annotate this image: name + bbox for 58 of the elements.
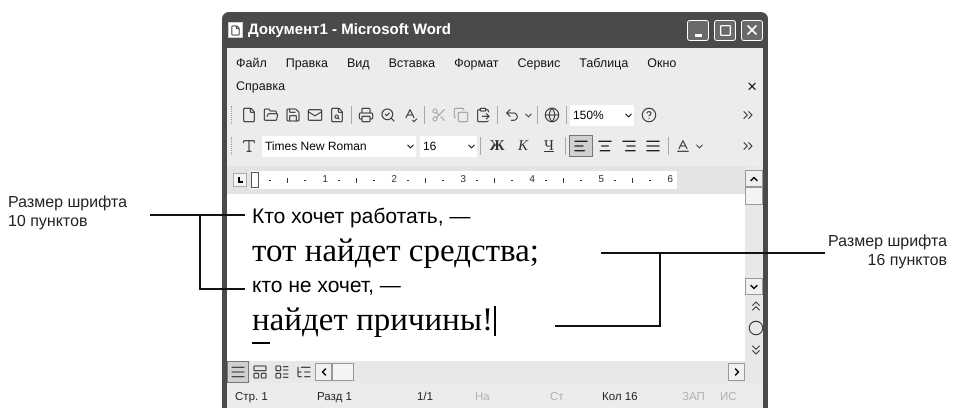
status-item: 1/1 xyxy=(417,390,434,405)
normal-view-icon[interactable] xyxy=(227,361,249,383)
ruler-number: 2 xyxy=(391,175,397,185)
ruler-number: 6 xyxy=(667,175,673,185)
menu-item[interactable]: Сервис xyxy=(517,52,560,75)
ruler-tick xyxy=(563,178,564,182)
scroll-left-button[interactable] xyxy=(315,363,332,381)
maximize-button[interactable] xyxy=(714,20,736,40)
menu-item[interactable]: Справка xyxy=(236,75,286,98)
menu-item[interactable]: Вставка xyxy=(388,52,436,75)
tab-stop-icon[interactable] xyxy=(233,173,247,187)
indent-marker-icon[interactable] xyxy=(251,172,259,188)
menu-item[interactable]: Окно xyxy=(647,52,676,75)
status-item: Ст xyxy=(550,390,565,405)
menu-item[interactable]: Вид xyxy=(346,52,370,75)
ruler-tick xyxy=(356,178,358,182)
font-name-field[interactable]: Times New Roman xyxy=(262,136,416,156)
scroll-thumb[interactable] xyxy=(745,187,763,205)
minimize-button[interactable] xyxy=(687,20,709,40)
status-item: Разд 1 xyxy=(317,390,353,405)
document-text: найдет причины! xyxy=(252,301,493,340)
scroll-down-button[interactable] xyxy=(745,278,763,295)
ruler-number: 3 xyxy=(460,175,466,185)
ruler-number: 5 xyxy=(598,175,604,185)
callout-label: Размер шрифта 10 пунктов xyxy=(8,193,127,231)
document-icon xyxy=(228,22,243,38)
menu-item[interactable]: Правка xyxy=(286,52,328,75)
document-text: Кто хочет работать, — xyxy=(252,204,470,230)
ruler-number: 4 xyxy=(529,175,535,185)
style-button[interactable]: Ч xyxy=(536,135,562,157)
ruler-tick xyxy=(494,178,496,182)
align-left-icon[interactable] xyxy=(569,135,593,157)
font-size-field[interactable]: 16 xyxy=(420,136,477,156)
callout-label: Размер шрифта 16 пунктов xyxy=(828,232,947,270)
status-item: Стр. 1 xyxy=(235,390,269,405)
window-title: Документ1 - Microsoft Word xyxy=(248,20,452,40)
document-text: тот найдет средства; xyxy=(252,232,539,271)
maximize-icon[interactable] xyxy=(718,24,732,36)
close-document-button[interactable]: × xyxy=(747,75,757,98)
ruler-number: 1 xyxy=(322,175,328,185)
zoom-field[interactable]: 150% xyxy=(570,104,634,126)
style-button[interactable]: К xyxy=(510,135,536,157)
menu-item[interactable]: Файл xyxy=(236,52,267,75)
ruler-tick xyxy=(632,178,634,182)
status-item: Кол 16 xyxy=(602,390,639,405)
ruler-tick xyxy=(425,178,426,182)
document-text: кто не хочет, — xyxy=(252,273,401,299)
menu-item[interactable]: Формат xyxy=(454,52,498,75)
scroll-thumb[interactable] xyxy=(332,363,354,381)
status-item: ИС xyxy=(720,390,738,405)
status-item: На xyxy=(475,390,491,405)
scroll-right-button[interactable] xyxy=(728,363,745,381)
ruler-tick xyxy=(287,178,288,182)
menu-item[interactable]: Таблица xyxy=(579,52,628,75)
scroll-up-button[interactable] xyxy=(745,170,763,187)
status-item: ЗАП xyxy=(682,390,706,405)
end-of-document-mark xyxy=(252,342,270,344)
style-button[interactable]: Ж xyxy=(484,135,510,157)
